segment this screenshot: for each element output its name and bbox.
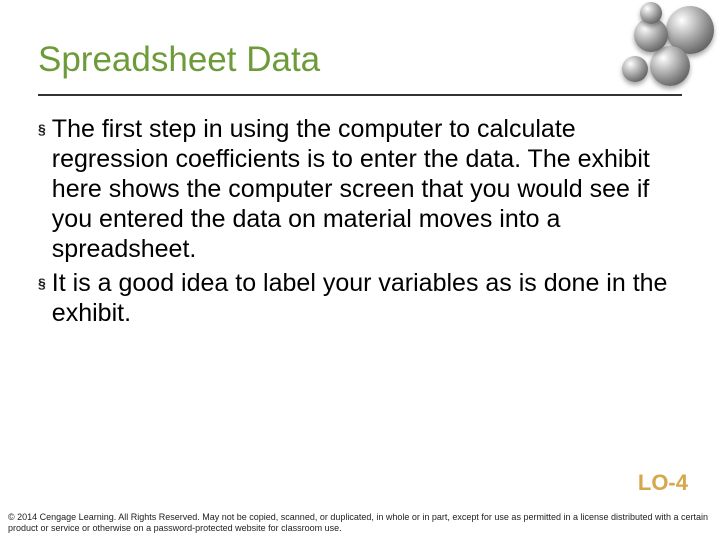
decorative-spheres-image [610,0,720,100]
title-divider [38,94,682,96]
bullet-marker: § [38,114,46,144]
bullet-text: The first step in using the computer to … [52,114,682,264]
learning-objective-badge: LO-4 [638,470,688,496]
bullet-item: § It is a good idea to label your variab… [38,268,682,328]
bullet-item: § The first step in using the computer t… [38,114,682,264]
body-content: § The first step in using the computer t… [0,114,720,328]
bullet-marker: § [38,268,46,298]
copyright-footer: © 2014 Cengage Learning. All Rights Rese… [8,512,712,534]
slide-title: Spreadsheet Data [38,40,682,80]
bullet-text: It is a good idea to label your variable… [52,268,682,328]
slide: Spreadsheet Data § The first step in usi… [0,0,720,540]
